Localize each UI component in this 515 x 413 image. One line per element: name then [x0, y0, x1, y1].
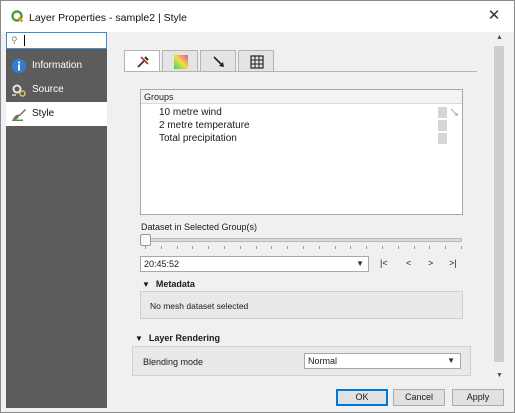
- tools-icon: [137, 56, 149, 68]
- paintbrush-icon: [12, 109, 26, 121]
- slider-tick: [334, 246, 336, 249]
- slider-tick: [255, 246, 257, 249]
- slider-tick: [271, 246, 273, 249]
- group-item-2m-temperature[interactable]: 2 metre temperature: [159, 120, 250, 131]
- groups-tree[interactable]: Groups 10 metre wind 2 metre temperature…: [140, 89, 463, 215]
- search-icon: ⚲: [11, 35, 18, 45]
- collapse-triangle-icon: ▼: [142, 280, 150, 289]
- vector-arrow-icon: [213, 56, 224, 67]
- title-bar: Layer Properties - sample2 | Style ✕: [1, 1, 514, 32]
- time-value: 20:45:52: [144, 259, 180, 269]
- group-item-total-precipitation[interactable]: Total precipitation: [159, 133, 237, 144]
- chevron-down-icon: ▼: [356, 259, 364, 268]
- scrollbar-thumb[interactable]: [494, 46, 504, 362]
- sidebar-item-information[interactable]: Information: [6, 54, 107, 78]
- slider-tick: [413, 246, 415, 249]
- scalar-toggle-icon[interactable]: [438, 107, 447, 118]
- metadata-toggle[interactable]: ▼ Metadata: [142, 279, 195, 289]
- ok-button[interactable]: OK: [336, 389, 388, 406]
- vector-toggle-icon[interactable]: [450, 107, 459, 118]
- sidebar-item-label: Source: [32, 84, 64, 95]
- last-dataset-button[interactable]: >|: [449, 258, 457, 268]
- slider-tick: [429, 246, 431, 249]
- dataset-slider-handle[interactable]: [140, 234, 151, 246]
- layer-rendering-header: Layer Rendering: [148, 333, 220, 343]
- sidebar-item-label: Information: [32, 60, 83, 71]
- dataset-slider[interactable]: [142, 238, 462, 242]
- dataset-label: Dataset in Selected Group(s): [141, 222, 258, 232]
- slider-tick: [192, 246, 194, 249]
- slider-tick: [160, 246, 162, 249]
- slider-tick: [303, 246, 304, 249]
- next-dataset-button[interactable]: >: [428, 258, 433, 268]
- slider-tick: [461, 246, 462, 249]
- sidebar-item-style[interactable]: Style: [6, 102, 107, 126]
- slider-tick: [239, 246, 241, 249]
- slider-tick: [445, 246, 447, 249]
- blending-mode-select[interactable]: Normal ▼: [304, 353, 461, 369]
- search-field[interactable]: ⚲: [6, 32, 107, 49]
- info-icon: [12, 59, 26, 73]
- tab-vectors[interactable]: [200, 50, 236, 72]
- tab-general[interactable]: [124, 50, 160, 72]
- window-title: Layer Properties - sample2 | Style: [29, 12, 187, 24]
- time-select[interactable]: 20:45:52 ▼: [140, 256, 369, 272]
- sidebar-item-label: Style: [32, 108, 55, 119]
- tab-mesh[interactable]: [238, 50, 274, 72]
- cancel-button[interactable]: Cancel: [393, 389, 445, 406]
- scroll-down-icon[interactable]: ▼: [491, 370, 508, 382]
- scalar-toggle-icon[interactable]: [438, 133, 447, 144]
- metadata-panel: No mesh dataset selected: [140, 291, 463, 319]
- apply-button[interactable]: Apply: [452, 389, 504, 406]
- previous-dataset-button[interactable]: <: [406, 258, 411, 268]
- qgis-logo-icon: [11, 10, 24, 23]
- slider-tick: [397, 246, 399, 249]
- collapse-triangle-icon: ▼: [135, 334, 143, 343]
- close-button[interactable]: ✕: [484, 6, 504, 26]
- slider-tick: [287, 246, 289, 249]
- tab-contours[interactable]: [162, 50, 198, 72]
- groups-header: Groups: [141, 90, 462, 104]
- sidebar-item-source[interactable]: Source: [6, 78, 107, 102]
- chevron-down-icon: ▼: [447, 356, 455, 365]
- group-item-10m-wind[interactable]: 10 metre wind: [159, 107, 222, 118]
- slider-tick: [176, 246, 178, 249]
- vertical-scrollbar[interactable]: ▲ ▼: [491, 32, 508, 382]
- blending-mode-value: Normal: [308, 356, 338, 366]
- scroll-up-icon[interactable]: ▲: [491, 32, 508, 44]
- metadata-header: Metadata: [155, 279, 195, 289]
- slider-tick: [145, 246, 146, 249]
- first-dataset-button[interactable]: |<: [380, 258, 388, 268]
- search-input[interactable]: [23, 34, 103, 47]
- blending-mode-label: Blending mode: [143, 357, 204, 367]
- sidebar: ⚲ Information Source Style: [6, 32, 107, 408]
- color-ramp-icon: [174, 55, 188, 69]
- mesh-grid-icon: [250, 55, 264, 69]
- slider-tick: [224, 246, 225, 249]
- slider-tick: [208, 246, 210, 249]
- scalar-toggle-icon[interactable]: [438, 120, 447, 131]
- layer-rendering-toggle[interactable]: ▼ Layer Rendering: [135, 333, 220, 343]
- source-settings-icon: [12, 84, 26, 97]
- tab-divider: [124, 71, 477, 72]
- slider-tick: [382, 246, 383, 249]
- slider-tick: [350, 246, 352, 249]
- slider-tick: [366, 246, 368, 249]
- layer-properties-dialog: Layer Properties - sample2 | Style ✕ ⚲ I…: [0, 0, 515, 413]
- metadata-message: No mesh dataset selected: [150, 301, 249, 311]
- slider-tick: [318, 246, 320, 249]
